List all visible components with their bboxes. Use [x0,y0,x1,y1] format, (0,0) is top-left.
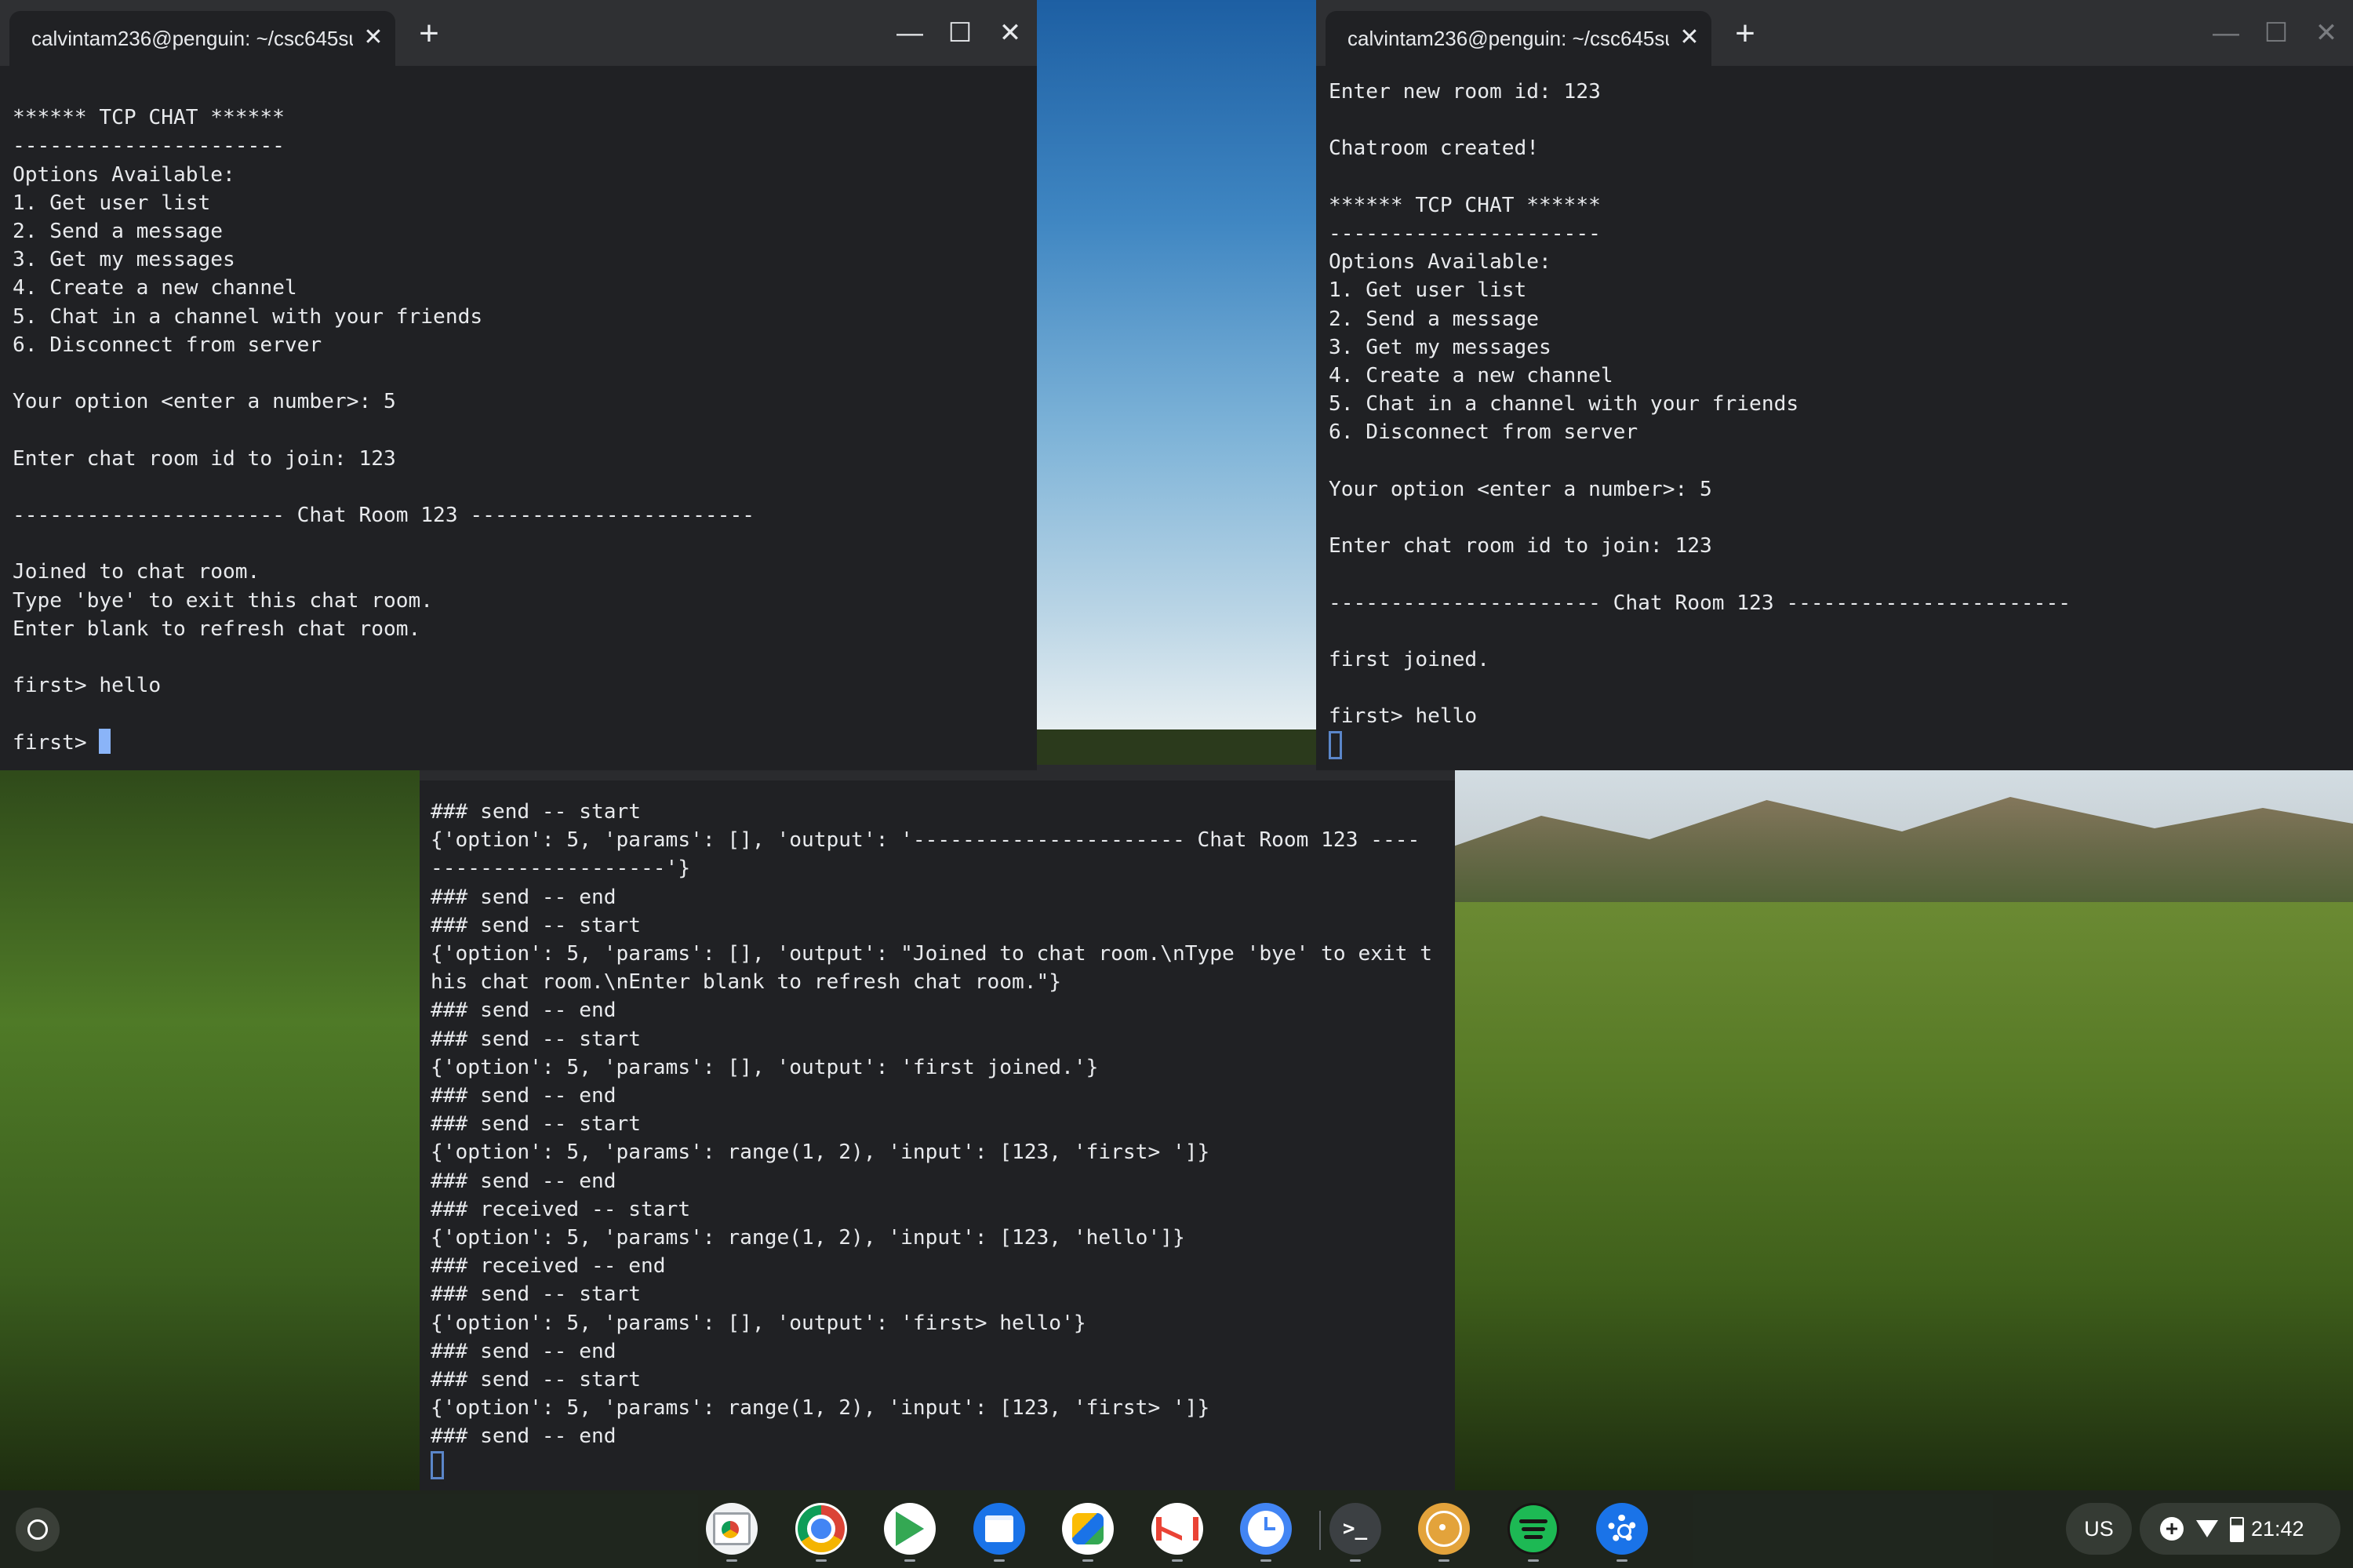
window-titlebar[interactable]: calvintam236@penguin: ~/csc645summer2020… [1316,0,2353,66]
chrome-icon[interactable] [795,1503,847,1555]
running-indicator [1260,1559,1271,1562]
wallpaper-sky [1020,0,1333,729]
new-tab-button[interactable]: + [409,14,449,53]
terminal-tab[interactable]: calvintam236@penguin: ~/csc645summer2020… [1326,11,1711,66]
play-store-icon[interactable] [884,1503,936,1555]
battery-icon [2230,1517,2244,1542]
minimize-button[interactable]: — [2206,13,2246,53]
tab-close-icon[interactable]: ✕ [359,22,387,53]
running-indicator [726,1559,737,1562]
tab-title: calvintam236@penguin: ~/csc645summer2020 [31,27,353,50]
tab-title: calvintam236@penguin: ~/csc645summer2020 [1347,27,1669,50]
terminal-tab[interactable]: calvintam236@penguin: ~/csc645summer2020… [9,11,395,66]
client-terminal-window-left[interactable]: calvintam236@penguin: ~/csc645summer2020… [0,0,1037,770]
close-window-button[interactable]: ✕ [990,13,1031,53]
add-icon: + [2160,1517,2184,1541]
running-indicator [904,1559,915,1562]
shelf: >_ US + 21:42 [0,1490,2353,1568]
launcher-button[interactable] [16,1508,60,1552]
spotify-icon[interactable] [1507,1503,1559,1555]
client-terminal-output-right[interactable]: Enter new room id: 123 Chatroom created!… [1329,78,2071,762]
terminal-cursor [431,1450,444,1479]
running-indicator [993,1559,1005,1562]
settings-icon[interactable] [1596,1503,1648,1555]
maximize-button[interactable]: ☐ [940,13,980,53]
terminal-cursor [99,728,111,754]
server-terminal-output[interactable]: ### send -- start {'option': 5, 'params'… [431,798,1432,1483]
wallpaper-grass-left [0,769,424,1490]
shelf-separator [1319,1511,1321,1550]
gmail-icon[interactable] [1151,1503,1203,1555]
running-indicator [815,1559,827,1562]
terminal-cursor [1329,730,1342,759]
running-indicator [1438,1559,1449,1562]
client-terminal-window-right[interactable]: calvintam236@penguin: ~/csc645summer2020… [1316,0,2353,770]
chrome-web-store-icon[interactable] [706,1503,758,1555]
terminal-icon[interactable]: >_ [1329,1503,1381,1555]
atom-icon[interactable] [1418,1503,1470,1555]
running-indicator [1527,1559,1539,1562]
ime-indicator[interactable]: US [2066,1503,2132,1555]
close-window-button[interactable]: ✕ [2306,13,2347,53]
server-terminal-window[interactable]: ### send -- start {'option': 5, 'params'… [420,765,1455,1490]
maximize-button[interactable]: ☐ [2256,13,2297,53]
wallpaper-grass-right [1451,902,2353,1490]
tab-close-icon[interactable]: ✕ [1675,22,1704,53]
new-tab-button[interactable]: + [1726,14,1765,53]
gallery-icon[interactable] [1062,1503,1114,1555]
files-icon[interactable] [973,1503,1025,1555]
minimize-button[interactable]: — [889,13,930,53]
clock-time: 21:42 [2251,1517,2304,1541]
running-indicator [1171,1559,1183,1562]
window-titlebar[interactable]: calvintam236@penguin: ~/csc645summer2020… [0,0,1037,66]
clock-icon[interactable] [1240,1503,1292,1555]
client-terminal-output-left[interactable]: ****** TCP CHAT ****** -----------------… [13,75,755,757]
running-indicator [1617,1559,1627,1562]
wifi-icon [2196,1520,2218,1537]
running-indicator [1349,1559,1361,1562]
running-indicator [1082,1559,1093,1562]
status-tray[interactable]: + 21:42 [2140,1503,2340,1555]
